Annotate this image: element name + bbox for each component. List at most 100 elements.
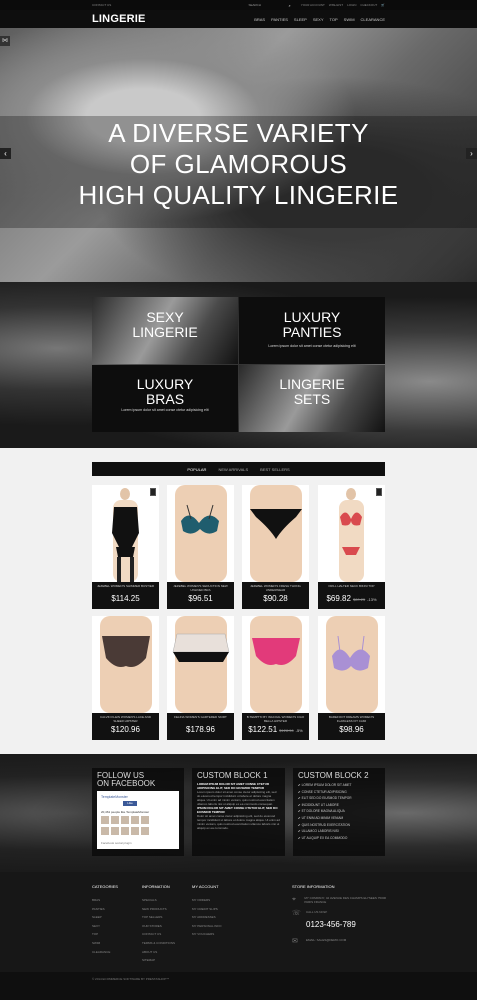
avatar xyxy=(101,816,109,824)
nav-sexy[interactable]: SEXY xyxy=(313,17,324,22)
product-card[interactable]: JEZEBEL WOMEN'S FRESH THONG UNDERWEAR $90… xyxy=(242,485,309,609)
tab-new-arrivals[interactable]: NEW ARRIVALS xyxy=(218,467,248,472)
product-name[interactable]: JEZEBEL WOMEN'S SEDUCTION NEW UNLINED BR… xyxy=(170,584,231,592)
store-info-title: STORE INFORMATION xyxy=(292,884,335,889)
footer-link[interactable]: NEW PRODUCTS xyxy=(142,905,175,914)
store-phone: ☏ CALL US NOW: 0123-456-789 xyxy=(292,910,356,929)
product-name[interactable]: B.TEMPT'D BY WACOAL WOMEN'S CIAO BELLA H… xyxy=(245,715,306,723)
nav-top[interactable]: TOP xyxy=(330,17,338,22)
hero-slider[interactable]: ⋈ A DIVERSE VARIETY OF GLAMOROUS HIGH QU… xyxy=(0,28,477,282)
avatar xyxy=(111,816,119,824)
wishlist-link[interactable]: WISHLIST xyxy=(329,3,343,7)
cart-icon[interactable]: 🛒 xyxy=(381,3,385,7)
product-card[interactable]: JEZEBEL WOMEN'S SEDUCTION NEW UNLINED BR… xyxy=(167,485,234,609)
product-name[interactable]: JEZEBEL WOMEN'S SHIMMER BUSTIER xyxy=(95,584,156,592)
promo-title: LUXURY BRAS xyxy=(136,376,194,407)
footer-link[interactable]: TOP SELLERS xyxy=(142,913,175,922)
bookmark-icon[interactable] xyxy=(376,488,382,496)
footer-link[interactable]: ABOUT US xyxy=(142,948,175,957)
logo[interactable]: LINGERIE xyxy=(92,13,254,25)
footer-link[interactable]: CONTACT US xyxy=(142,930,175,939)
footer-link[interactable]: SEXY xyxy=(92,922,118,931)
product-image[interactable] xyxy=(167,616,234,713)
promo-subtitle: Lorem ipsum dolor sit amet conse ctetur … xyxy=(268,344,356,348)
footer-link[interactable]: SLEEP xyxy=(92,913,118,922)
footer-link[interactable]: MY VOUCHERS xyxy=(192,930,222,939)
nav-swim[interactable]: SWIM xyxy=(344,17,355,22)
bookmark-icon[interactable] xyxy=(150,488,156,496)
product-image[interactable] xyxy=(92,616,159,713)
tab-best-sellers[interactable]: BEST SELLERS xyxy=(260,467,290,472)
main-nav: BRAS PANTIES SLEEP SEXY TOP SWIM CLEARAN… xyxy=(254,17,385,22)
facebook-widget[interactable]: TemplateMonster Like 20,461 people like … xyxy=(97,791,179,849)
footer-link[interactable]: SITEMAP xyxy=(142,956,175,965)
your-account-link[interactable]: YOUR ACCOUNT xyxy=(301,3,325,7)
contact-link[interactable]: CONTACT US xyxy=(92,3,248,7)
product-price: $178.96 xyxy=(167,725,234,734)
price-current: $122.51 xyxy=(248,725,278,734)
price-current: $98.96 xyxy=(339,725,364,734)
search-input[interactable]: SEARCH xyxy=(248,2,288,8)
avatar xyxy=(111,827,119,835)
footer-link[interactable]: MY CREDIT SLIPS xyxy=(192,905,222,914)
facebook-page-name[interactable]: TemplateMonster xyxy=(101,795,128,799)
product-image[interactable] xyxy=(242,485,309,582)
product-card[interactable]: CALVIN KLEIN WOMEN'S LACE AND SHEER HIPS… xyxy=(92,616,159,740)
top-bar: CONTACT US SEARCH ⌕ YOUR ACCOUNT WISHLIS… xyxy=(0,0,477,10)
tab-popular[interactable]: POPULAR xyxy=(187,467,206,472)
footer-link[interactable]: MY ADDRESSES xyxy=(192,913,222,922)
nav-sleep[interactable]: SLEEP xyxy=(294,17,307,22)
checkout-link[interactable]: CHECKOUT xyxy=(360,3,377,7)
promo-luxury-panties[interactable]: LUXURY PANTIES Lorem ipsum dolor sit amet… xyxy=(239,297,385,364)
footer-link[interactable]: CLEARANCE xyxy=(92,948,118,957)
footer xyxy=(0,872,477,972)
product-name[interactable]: FELINA WOMEN'S GARTERED SKIRT xyxy=(170,715,231,723)
product-card[interactable]: BAREFOOT DREAMS WOMEN'S FLAWLESS FIT CAM… xyxy=(318,616,385,740)
facebook-like-button[interactable]: Like xyxy=(123,801,137,806)
login-link[interactable]: LOGIN xyxy=(347,3,356,7)
footer-link[interactable]: TERMS & CONDITIONS xyxy=(142,939,175,948)
custom-block-1: CUSTOM BLOCK 1 LOREM IPSUM DOLOR SIT AME… xyxy=(192,768,285,856)
product-image[interactable] xyxy=(167,485,234,582)
product-image[interactable] xyxy=(318,616,385,713)
nav-panties[interactable]: PANTIES xyxy=(271,17,288,22)
nav-clearance[interactable]: CLEARANCE xyxy=(361,17,385,22)
footer-link[interactable]: SPECIALS xyxy=(142,896,175,905)
promo-sexy-lingerie[interactable]: SEXY LINGERIE xyxy=(92,297,238,364)
footer-link[interactable]: MY ORDERS xyxy=(192,896,222,905)
slider-prev-icon[interactable]: ‹ xyxy=(0,148,11,159)
footer-link[interactable]: TOP xyxy=(92,930,118,939)
footer-link[interactable]: OUR STORES xyxy=(142,922,175,931)
list-item: UT ENIM AD MINIM VENIAM xyxy=(298,815,380,822)
price-current: $90.28 xyxy=(263,594,288,603)
product-image[interactable] xyxy=(92,485,159,582)
promo-luxury-bras[interactable]: LUXURY BRAS Lorem ipsum dolor sit amet co… xyxy=(92,365,238,432)
custom-block-2: CUSTOM BLOCK 2 LOREM IPSUM DOLOR SIT AME… xyxy=(293,768,385,856)
product-card[interactable]: B.TEMPT'D BY WACOAL WOMEN'S CIAO BELLA H… xyxy=(242,616,309,740)
footer-link[interactable]: PANTIES xyxy=(92,905,118,914)
product-name[interactable]: FRILL HALTER NECK BIKINI TOP xyxy=(321,584,382,592)
footer-link[interactable]: BRAS xyxy=(92,896,118,905)
footer-link[interactable]: MY PERSONAL INFO xyxy=(192,922,222,931)
search-icon[interactable]: ⌕ xyxy=(288,3,290,8)
share-icon[interactable]: ⋈ xyxy=(0,36,10,46)
product-card[interactable]: JEZEBEL WOMEN'S SHIMMER BUSTIER $114.25 xyxy=(92,485,159,609)
product-image[interactable] xyxy=(242,616,309,713)
avatar xyxy=(121,816,129,824)
product-name[interactable]: BAREFOOT DREAMS WOMEN'S FLAWLESS FIT CAM… xyxy=(321,715,382,723)
product-name[interactable]: JEZEBEL WOMEN'S FRESH THONG UNDERWEAR xyxy=(245,584,306,592)
nav-bras[interactable]: BRAS xyxy=(254,17,265,22)
promo-title: LUXURY PANTIES xyxy=(282,309,342,340)
slider-next-icon[interactable]: › xyxy=(466,148,477,159)
footer-link[interactable]: SWIM xyxy=(92,939,118,948)
product-card[interactable]: FRILL HALTER NECK BIKINI TOP $69.82 $80.25… xyxy=(318,485,385,609)
promo-title: SEXY LINGERIE xyxy=(132,309,198,340)
product-name[interactable]: CALVIN KLEIN WOMEN'S LACE AND SHEER HIPS… xyxy=(95,715,156,723)
phone-icon: ☏ xyxy=(292,910,301,917)
avatar xyxy=(131,816,139,824)
facebook-like-count: 20,461 people like TemplateMonster xyxy=(101,810,150,814)
product-image[interactable] xyxy=(318,485,385,582)
product-card[interactable]: FELINA WOMEN'S GARTERED SKIRT $178.96 xyxy=(167,616,234,740)
promo-lingerie-sets[interactable]: LINGERIE SETS xyxy=(239,365,385,432)
phone-number[interactable]: 0123-456-789 xyxy=(306,920,356,929)
